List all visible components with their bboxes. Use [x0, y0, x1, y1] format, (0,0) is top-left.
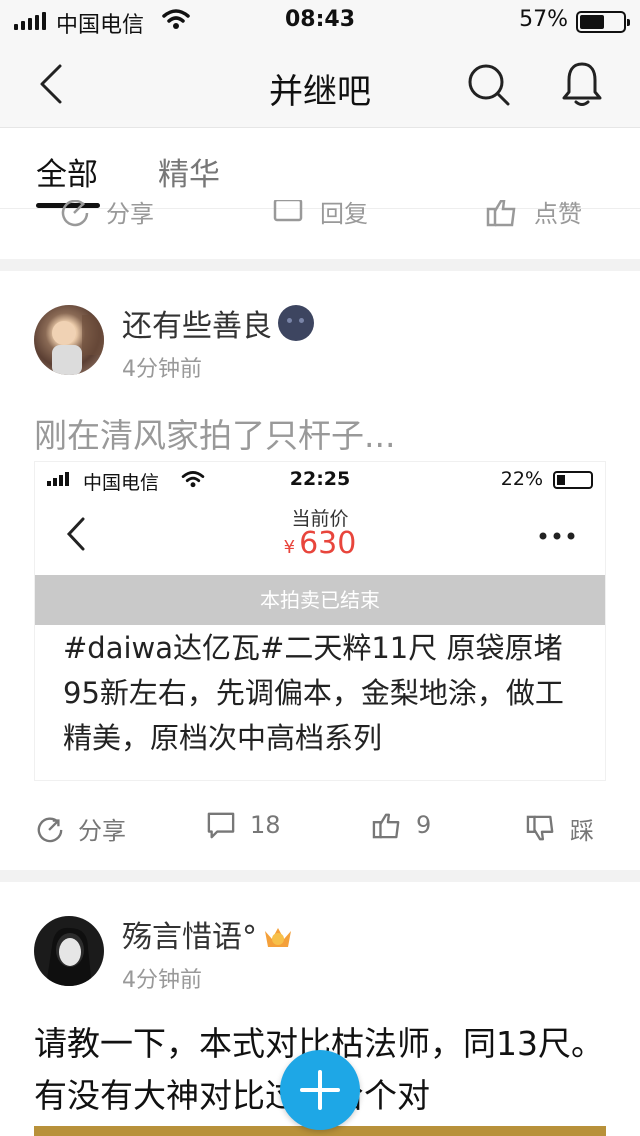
new-post-button[interactable]	[280, 1050, 360, 1130]
prev-reply-button[interactable]: 回复	[272, 200, 368, 229]
post-divider	[0, 259, 640, 271]
prev-reply-label: 回复	[320, 200, 368, 228]
prev-like-label: 点赞	[534, 200, 582, 228]
price-currency: ¥	[283, 537, 296, 558]
avatar-photo	[46, 927, 92, 986]
dislike-label: 踩	[570, 817, 594, 845]
prev-post-actions: 分享 回复 点赞	[0, 200, 640, 256]
thumbs-up-icon	[372, 813, 400, 839]
embed-price: ¥630	[35, 526, 605, 561]
thumbs-down-icon	[526, 815, 554, 840]
avatar[interactable]	[34, 916, 104, 986]
share-icon	[61, 200, 89, 226]
comment-icon	[207, 812, 235, 839]
embed-battery-percent: 22%	[500, 468, 543, 490]
post-username[interactable]: 殇言惜语°	[122, 912, 293, 956]
battery-icon	[576, 11, 630, 33]
prev-like-button[interactable]: 点赞	[486, 200, 582, 229]
nav-bar: 并继吧	[0, 40, 640, 128]
search-icon[interactable]	[466, 62, 512, 108]
embed-header: 当前价 ¥630	[35, 496, 605, 574]
embed-battery-icon	[553, 471, 593, 489]
comment-count: 18	[250, 811, 281, 839]
share-icon	[37, 817, 63, 842]
status-bar: 中国电信 08:43 57%	[0, 0, 640, 40]
page-title: 并继吧	[269, 72, 371, 112]
embed-status-bar: 中国电信 22:25 22%	[35, 462, 605, 496]
post-username[interactable]: 还有些善良	[122, 301, 314, 345]
thumbs-up-icon	[486, 200, 516, 226]
post-time: 4分钟前	[122, 357, 202, 382]
post-card[interactable]: 还有些善良 4分钟前 刚在清风家拍了只杆子... 中国电信 22:25 22%	[0, 271, 640, 870]
level-badge-icon	[263, 922, 293, 947]
post-title[interactable]: 刚在清风家拍了只杆子...	[34, 409, 395, 457]
post-divider	[0, 870, 640, 882]
plus-icon	[300, 1070, 340, 1110]
tab-featured[interactable]: 精华	[158, 149, 220, 194]
price-value: 630	[299, 526, 357, 561]
share-button[interactable]: 分享	[36, 811, 126, 846]
embed-more-icon	[539, 532, 575, 540]
like-button[interactable]: 9	[372, 811, 431, 839]
post-actions: 分享 18 9 踩	[0, 811, 640, 861]
tab-bar: 全部 精华	[0, 129, 640, 209]
post-image[interactable]: 中国电信 22:25 22% 当前价 ¥630 本拍卖已结束 #daiwa达亿瓦…	[34, 461, 606, 781]
prev-share-button[interactable]: 分享	[60, 200, 154, 229]
share-label: 分享	[78, 817, 126, 845]
username-text: 还有些善良	[122, 309, 272, 344]
avatar[interactable]	[34, 305, 104, 375]
comment-icon	[273, 200, 303, 221]
tab-all[interactable]: 全部	[36, 149, 98, 194]
comment-button[interactable]: 18	[206, 811, 281, 839]
bell-icon[interactable]	[560, 60, 604, 108]
dislike-button[interactable]: 踩	[526, 811, 594, 846]
username-text: 殇言惜语°	[122, 920, 257, 955]
like-count: 9	[416, 811, 432, 839]
dark-moon-emoji	[278, 305, 314, 341]
auction-ended-banner: 本拍卖已结束	[35, 575, 605, 625]
embed-description: #daiwa达亿瓦#二天粹11尺 原袋原堵95新左右，先调偏本，金梨地涂，做工精…	[63, 631, 564, 755]
battery-percent: 57%	[519, 7, 568, 32]
avatar-photo	[52, 315, 104, 375]
prev-share-label: 分享	[106, 200, 154, 228]
post-time: 4分钟前	[122, 968, 202, 993]
